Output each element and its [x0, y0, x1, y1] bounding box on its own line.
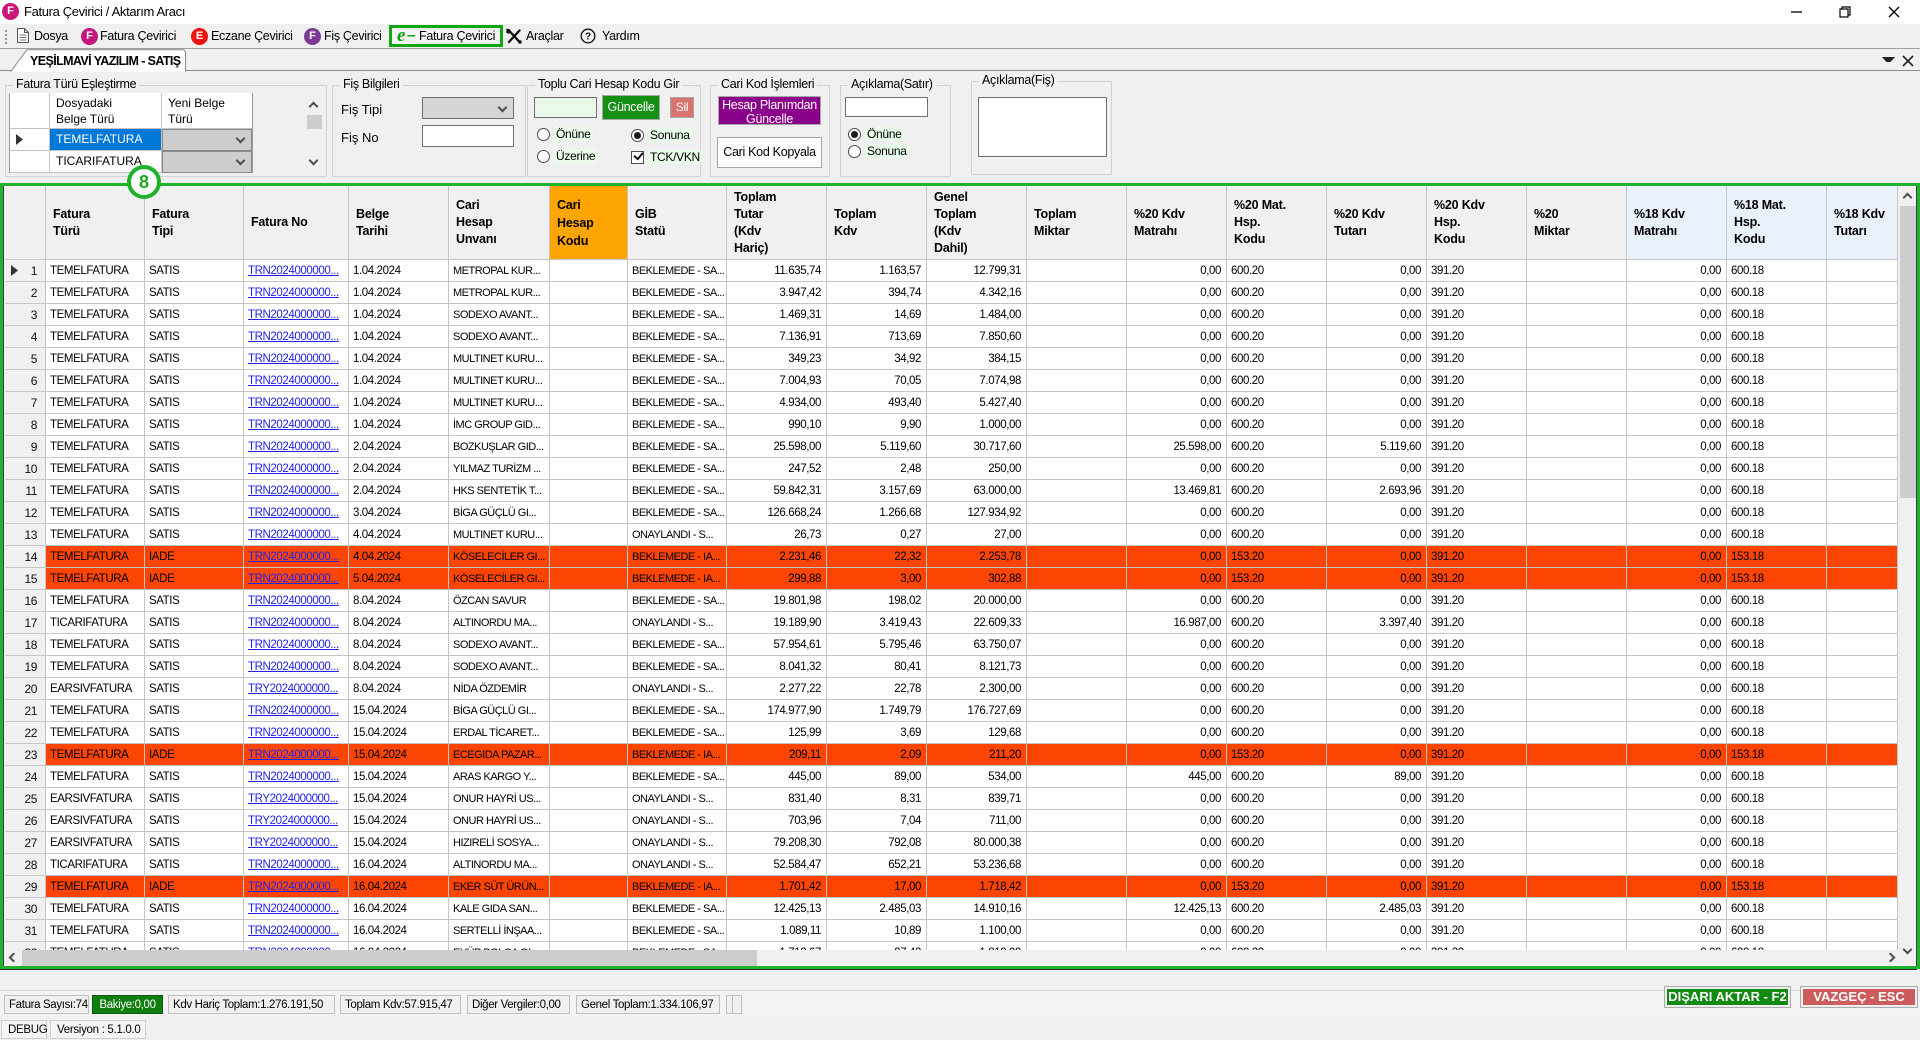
svg-text:?: ?	[585, 32, 591, 43]
